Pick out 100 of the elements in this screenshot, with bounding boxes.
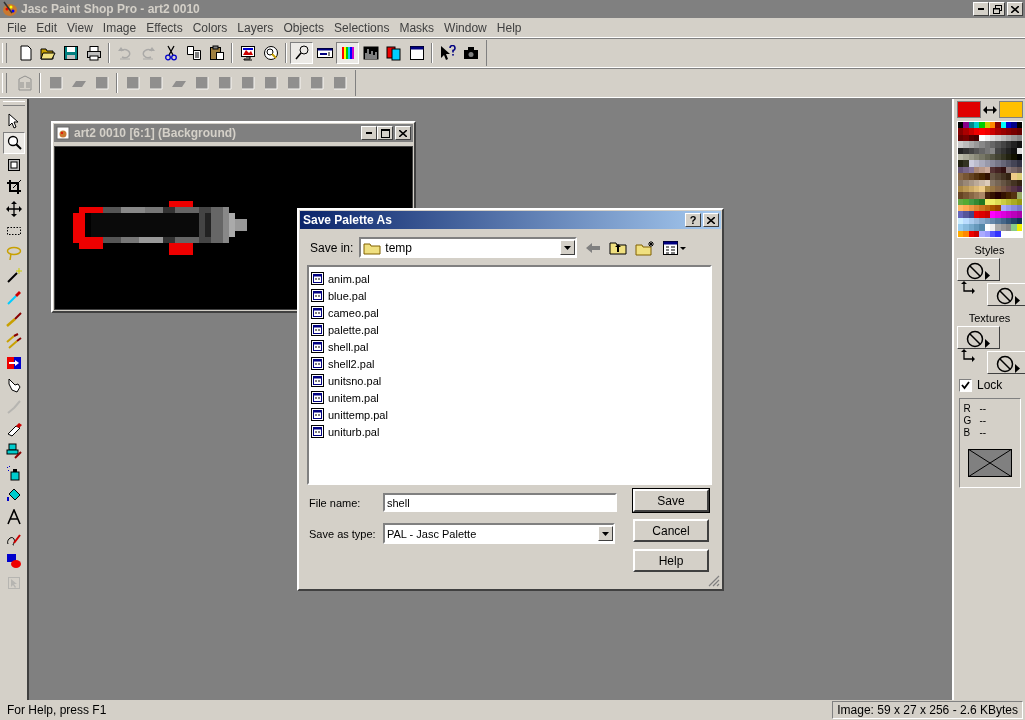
view-menu-icon[interactable] [663, 240, 688, 255]
new-folder-icon[interactable] [635, 239, 656, 256]
menu-item[interactable]: Effects [141, 20, 188, 35]
file-name-field[interactable]: shell [383, 493, 617, 512]
dialog-button[interactable]: Help [633, 549, 709, 572]
menu-item[interactable]: Layers [232, 20, 279, 35]
window-title: Jasc Paint Shop Pro - art2 0010 [21, 2, 201, 16]
textures-label: Textures [968, 312, 1011, 324]
square-icon [47, 75, 64, 91]
file-icon [311, 357, 324, 370]
building-icon [16, 75, 33, 91]
close-button[interactable] [1007, 2, 1023, 16]
toolbar-button[interactable] [290, 42, 313, 64]
palette-file-entry[interactable]: unitsno.pal [328, 374, 382, 387]
file-icon [311, 408, 324, 421]
palette-file-entry[interactable]: cameo.pal [328, 306, 379, 319]
empty-color-preview [967, 449, 1012, 477]
pattern-button[interactable] [986, 351, 1025, 374]
menu-item[interactable]: Image [97, 20, 142, 35]
palette-file-entry[interactable]: anim.pal [328, 272, 370, 285]
background-color-swatch[interactable] [998, 101, 1023, 118]
swap-arrow-icon[interactable] [982, 104, 997, 115]
menu-item[interactable]: Objects [278, 20, 330, 35]
dialog-button[interactable]: Cancel [633, 519, 709, 542]
magnifier-icon [293, 45, 310, 61]
square-icon [147, 75, 164, 91]
square-icon [285, 75, 302, 91]
foreground-color-swatch[interactable] [956, 101, 981, 118]
printer-icon [85, 45, 102, 61]
lock-checkbox[interactable] [959, 378, 972, 392]
up-folder-icon[interactable] [609, 240, 628, 255]
swap-corner-arrow-icon[interactable] [960, 281, 975, 295]
menu-item[interactable]: File [2, 20, 32, 35]
menu-item[interactable]: Masks [394, 20, 440, 35]
palette-file-entry[interactable]: shell2.pal [328, 357, 375, 370]
flyout-arrow-icon [984, 339, 990, 348]
undo-arrow-icon [116, 45, 133, 61]
palette-file-entry[interactable]: palette.pal [328, 323, 379, 336]
close-icon [707, 216, 715, 224]
minimize-icon [366, 132, 372, 134]
menu-item[interactable]: Selections [329, 20, 395, 35]
monitor-icon [239, 45, 256, 61]
color-palette-drawing[interactable] [956, 121, 1023, 238]
palette-file-entry[interactable]: uniturb.pal [328, 425, 380, 438]
palette-file-entry[interactable]: unitem.pal [328, 391, 379, 404]
file-icon [311, 374, 324, 387]
square-icon [308, 75, 325, 91]
color-stripes-icon [339, 45, 356, 61]
menu-item[interactable]: Edit [31, 20, 63, 35]
eyedropper-icon [5, 289, 22, 305]
deform-icon [5, 157, 22, 173]
channel-label: G [963, 415, 970, 427]
dialog-title: Save Palette As [303, 213, 393, 227]
toolbar-button[interactable] [336, 42, 359, 64]
save-in-dropdown[interactable]: temp [359, 237, 578, 258]
menu-item[interactable]: Window [439, 20, 492, 35]
palette-file-entry[interactable]: blue.pal [328, 289, 367, 302]
none-icon [965, 262, 984, 280]
save-as-type-dropdown[interactable]: PAL - Jasc Palette [383, 523, 615, 544]
overlapping-squares-icon [385, 45, 402, 61]
magnifier-icon [5, 135, 22, 151]
palette-file-entry[interactable]: unittemp.pal [328, 408, 388, 421]
palette-icon [2, 1, 18, 17]
square-icon [193, 75, 210, 91]
file-icon [311, 306, 324, 319]
channel-label: R [963, 403, 970, 415]
minimize-button[interactable] [361, 126, 377, 140]
minimize-button[interactable] [973, 2, 989, 16]
square-icon [93, 75, 110, 91]
help-pointer-icon [439, 45, 456, 61]
pattern-button[interactable] [956, 326, 1000, 349]
magic-wand-icon [5, 267, 22, 283]
restore-button[interactable] [989, 2, 1005, 16]
maximize-button[interactable] [377, 126, 393, 140]
menu-item[interactable]: View [62, 20, 98, 35]
pattern-button[interactable] [956, 258, 1000, 281]
status-help-text: For Help, press F1 [6, 702, 108, 719]
document-icon [56, 126, 70, 140]
pattern-button[interactable] [986, 283, 1025, 306]
paint-bucket-icon [5, 487, 22, 503]
none-icon [995, 355, 1014, 373]
restore-icon [992, 4, 1002, 14]
palette-file-entry[interactable]: shell.pal [328, 340, 369, 353]
close-button[interactable] [395, 126, 411, 140]
square-icon [262, 75, 279, 91]
tool-button[interactable] [2, 132, 25, 154]
file-icon [311, 340, 324, 353]
back-arrow-icon[interactable] [585, 240, 602, 255]
close-button[interactable] [703, 213, 719, 227]
help-button[interactable]: ? [685, 213, 701, 227]
menu-item[interactable]: Colors [187, 20, 233, 35]
shapes-icon [5, 553, 22, 569]
save-as-type-label: Save as type: [309, 527, 377, 540]
file-name-label: File name: [309, 496, 362, 509]
swap-corner-arrow-icon[interactable] [960, 349, 975, 363]
resize-grip-icon[interactable] [708, 575, 720, 587]
close-icon [399, 129, 407, 137]
dialog-button[interactable]: Save [633, 489, 709, 512]
menu-item[interactable]: Help [491, 20, 527, 35]
square-icon [239, 75, 256, 91]
